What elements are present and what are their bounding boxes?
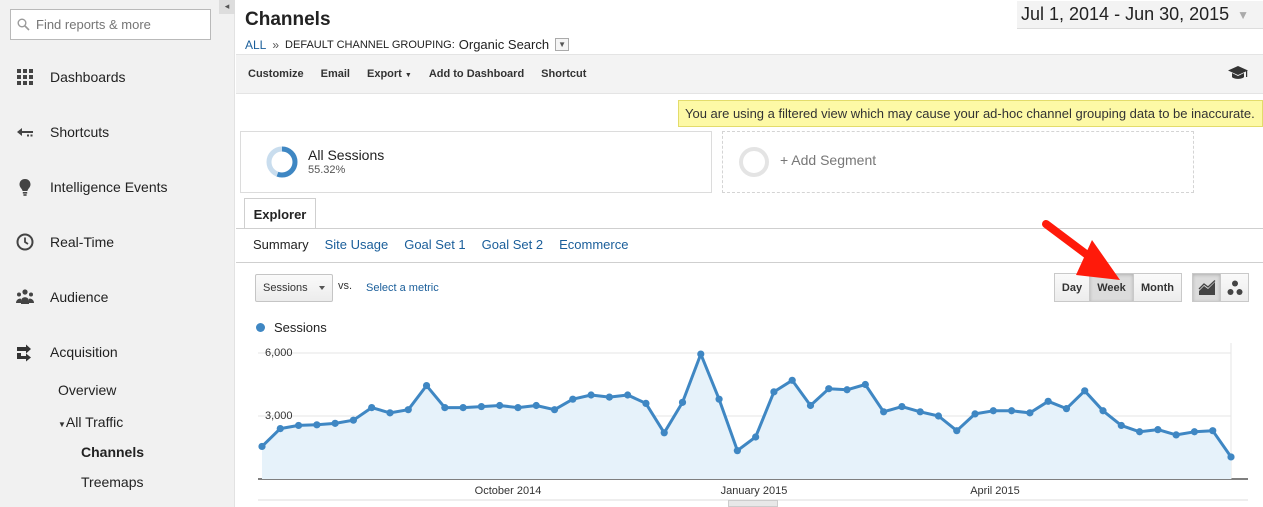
data-point[interactable]	[715, 395, 723, 403]
data-point[interactable]	[404, 406, 412, 414]
data-point[interactable]	[642, 399, 650, 407]
data-point[interactable]	[861, 380, 869, 389]
data-point[interactable]	[477, 402, 485, 411]
data-point[interactable]	[331, 419, 339, 427]
red-arrow-annotation	[1042, 220, 1120, 280]
y-tick-label: 3,000	[265, 410, 293, 422]
data-point[interactable]	[806, 401, 815, 410]
data-point[interactable]	[258, 442, 266, 451]
data-point[interactable]	[569, 395, 577, 403]
data-point[interactable]	[605, 393, 613, 401]
data-point[interactable]	[1062, 405, 1071, 413]
data-point[interactable]	[294, 421, 303, 430]
x-tick-label: October 2014	[475, 485, 542, 497]
data-point[interactable]	[752, 433, 760, 441]
data-point[interactable]	[989, 407, 997, 415]
data-point[interactable]	[971, 410, 979, 418]
y-tick-label: 6,000	[265, 347, 293, 359]
data-point[interactable]	[825, 385, 833, 393]
data-point[interactable]	[1190, 428, 1199, 436]
data-point[interactable]	[1044, 397, 1052, 405]
data-point[interactable]	[697, 350, 705, 358]
data-point[interactable]	[770, 388, 778, 396]
data-point[interactable]	[1026, 409, 1034, 417]
data-point[interactable]	[532, 401, 540, 410]
data-point[interactable]	[514, 404, 522, 412]
data-point[interactable]	[1117, 421, 1125, 430]
data-point[interactable]	[1154, 426, 1162, 434]
data-point[interactable]	[349, 416, 358, 424]
data-point[interactable]	[678, 398, 687, 406]
data-point[interactable]	[660, 429, 668, 437]
data-point[interactable]	[916, 408, 924, 416]
data-point[interactable]	[624, 391, 632, 399]
data-point[interactable]	[733, 447, 741, 455]
data-point[interactable]	[386, 409, 394, 417]
data-point[interactable]	[496, 401, 504, 410]
data-point[interactable]	[788, 376, 796, 384]
data-point[interactable]	[276, 425, 284, 433]
data-point[interactable]	[1008, 407, 1016, 415]
chart-area-fill	[262, 354, 1231, 479]
data-point[interactable]	[441, 404, 449, 412]
data-point[interactable]	[1099, 407, 1107, 415]
data-point[interactable]	[843, 386, 851, 394]
data-point[interactable]	[880, 408, 888, 416]
data-point[interactable]	[587, 391, 595, 399]
data-point[interactable]	[459, 404, 467, 412]
data-point[interactable]	[1172, 431, 1180, 439]
data-point[interactable]	[898, 402, 906, 411]
data-point[interactable]	[1135, 428, 1144, 436]
data-point[interactable]	[422, 381, 431, 390]
data-point[interactable]	[934, 412, 943, 420]
data-point[interactable]	[1081, 387, 1089, 395]
data-point[interactable]	[368, 404, 376, 412]
data-point[interactable]	[313, 421, 321, 429]
data-point[interactable]	[550, 406, 559, 414]
data-point[interactable]	[1227, 453, 1235, 461]
x-tick-label: January 2015	[721, 485, 788, 497]
x-tick-label: April 2015	[970, 485, 1020, 497]
data-point[interactable]	[1209, 427, 1217, 435]
chart-resize-handle[interactable]	[728, 500, 778, 507]
data-point[interactable]	[953, 427, 961, 435]
